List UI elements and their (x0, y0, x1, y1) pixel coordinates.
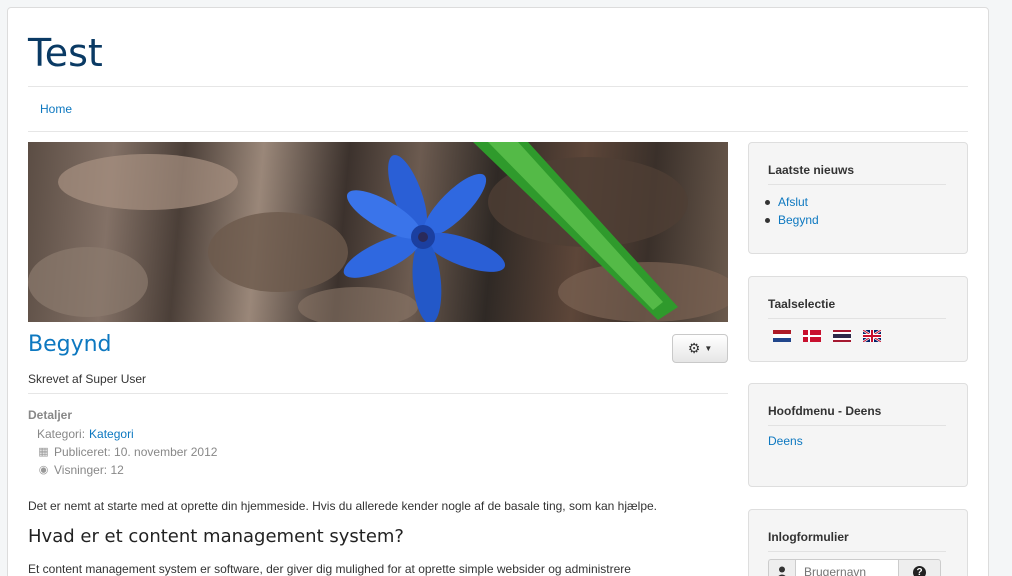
username-group: ? (768, 559, 941, 576)
article-title[interactable]: Begynd (28, 332, 112, 357)
hits-count: Visninger: 12 (54, 463, 124, 477)
category-label: Kategori: (37, 427, 86, 441)
menu-item-deens[interactable]: Deens (768, 434, 803, 448)
site-title[interactable]: Test (28, 28, 103, 78)
article-details: Detaljer Kategori: Kategori ▦ Publiceret… (28, 408, 217, 479)
category-link[interactable]: Kategori (89, 425, 134, 443)
calendar-icon: ▦ (38, 446, 49, 458)
dk-flag-icon[interactable] (803, 330, 821, 342)
news-link-afslut[interactable]: Afslut (778, 193, 808, 211)
header-divider (28, 86, 968, 87)
latest-news-title: Laatste nieuws (768, 163, 946, 185)
article-intro: Det er nemt at starte med at oprette din… (28, 499, 658, 513)
login-module: Inlogformulier ? (748, 509, 968, 576)
language-flags (773, 330, 881, 342)
user-icon (768, 559, 795, 576)
category-row: Kategori: Kategori (37, 425, 217, 443)
hits-row: ◉ Visninger: 12 (37, 461, 217, 479)
nl-flag-icon[interactable] (773, 330, 791, 342)
nav-divider (28, 131, 968, 132)
main-menu-title: Hoofdmenu - Deens (768, 404, 946, 426)
question-icon: ? (913, 565, 926, 576)
article-heading: Hvad er et content management system? (28, 526, 404, 547)
latest-news-list: Afslut Begynd (778, 193, 819, 229)
details-heading: Detaljer (28, 408, 73, 422)
article-info-divider (28, 393, 728, 394)
article-tools-button[interactable]: ⚙ ▼ (672, 334, 728, 363)
login-title: Inlogformulier (768, 530, 946, 552)
chevron-down-icon: ▼ (704, 344, 713, 353)
gear-icon: ⚙ (687, 340, 701, 356)
gb-flag-icon[interactable] (863, 330, 881, 342)
article-body: Et content management system er software… (28, 562, 631, 576)
list-item: Begynd (778, 211, 819, 229)
th-flag-icon[interactable] (833, 330, 851, 342)
published-row: ▦ Publiceret: 10. november 2012 (37, 443, 217, 461)
main-menu-module: Hoofdmenu - Deens Deens (748, 383, 968, 487)
username-input[interactable] (795, 559, 899, 576)
news-link-begynd[interactable]: Begynd (778, 211, 819, 229)
language-module: Taalselectie (748, 276, 968, 362)
list-item: Afslut (778, 193, 819, 211)
username-help-button[interactable]: ? (899, 559, 941, 576)
eye-icon: ◉ (38, 464, 49, 476)
nav-home-link[interactable]: Home (40, 102, 72, 116)
latest-news-module: Laatste nieuws Afslut Begynd (748, 142, 968, 254)
language-title: Taalselectie (768, 297, 946, 319)
published-date: Publiceret: 10. november 2012 (54, 445, 218, 459)
article-author: Skrevet af Super User (28, 372, 147, 386)
hero-image (28, 142, 728, 322)
